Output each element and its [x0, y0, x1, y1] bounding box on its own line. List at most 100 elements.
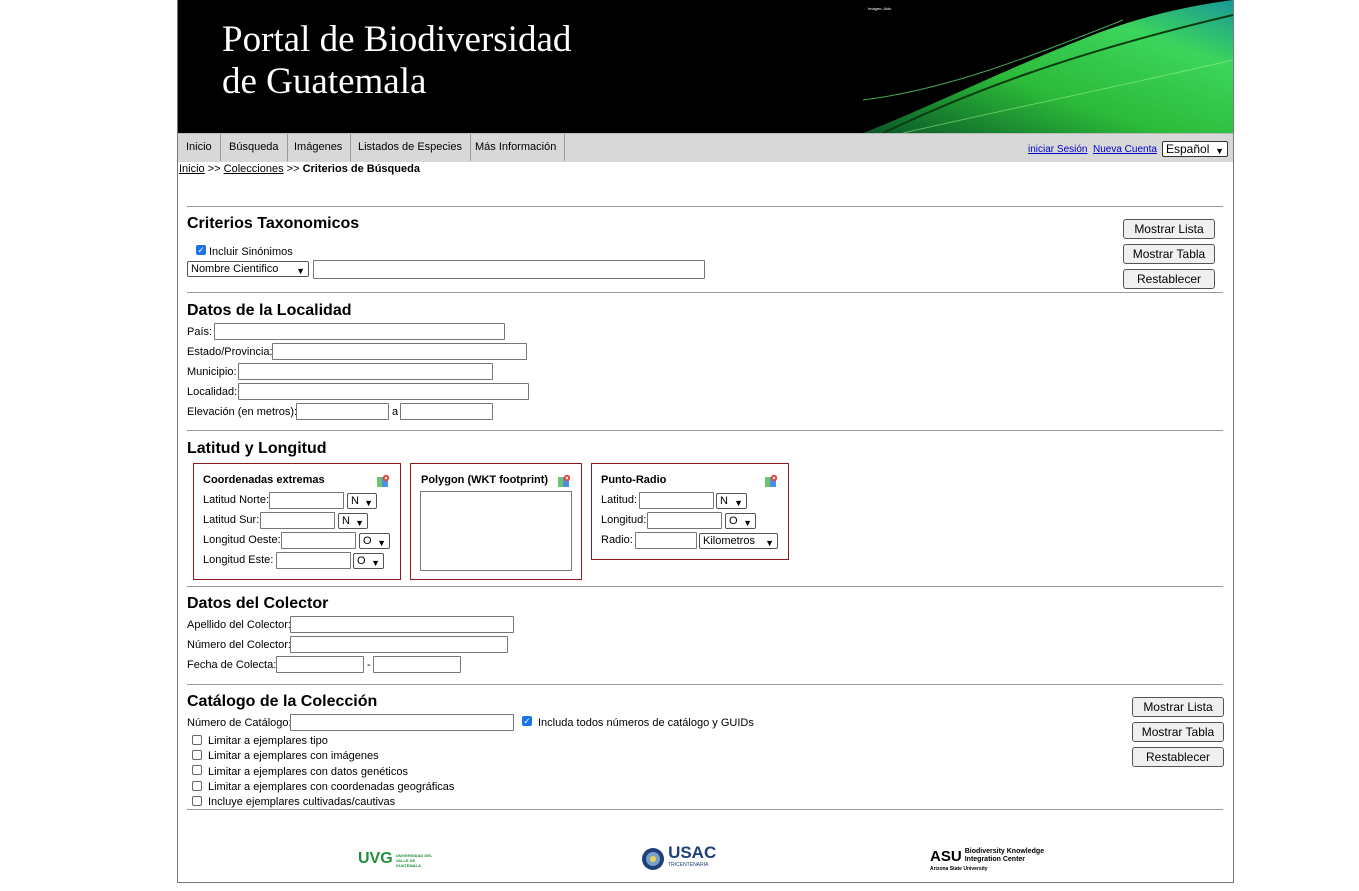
chevron-down-icon: ▼ [765, 538, 774, 548]
point-radius-panel: Punto-Radio Latitud: N ▼ Longitud: O ▼ Rad… [591, 463, 789, 560]
show-table-button[interactable]: Mostrar Tabla [1123, 244, 1215, 264]
country-label: País: [187, 326, 213, 338]
uvg-logo-subtext: UNIVERSIDAD DEL VALLE DE GUATEMALA [395, 852, 433, 868]
point-lat-input[interactable] [639, 492, 714, 509]
east-dir-select[interactable]: O ▼ [353, 553, 384, 569]
locality-label: Localidad: [187, 386, 238, 398]
west-dir-select[interactable]: O ▼ [359, 533, 390, 549]
south-input[interactable] [260, 512, 335, 529]
limit-images-checkbox[interactable] [192, 750, 202, 760]
county-label: Municipio: [187, 366, 237, 378]
breadcrumb-separator: >> [286, 163, 300, 175]
include-all-catalog-checkbox[interactable]: ✓ [522, 716, 532, 726]
nav-busqueda[interactable]: Búsqueda [221, 134, 288, 161]
reset-button[interactable]: Restablecer [1132, 747, 1224, 767]
radius-input[interactable] [635, 532, 697, 549]
state-label: Estado/Provincia: [187, 346, 273, 358]
language-select[interactable]: Español ▼ [1162, 141, 1228, 157]
limit-genetic-label: Limitar a ejemplares con datos genéticos [208, 766, 408, 778]
catalog-number-label: Número de Catálogo: [187, 717, 292, 729]
collection-date-label: Fecha de Colecta: [187, 659, 277, 671]
point-lat-dir-select[interactable]: N ▼ [716, 493, 747, 509]
west-input[interactable] [281, 532, 356, 549]
chevron-down-icon: ▼ [377, 538, 386, 548]
date-separator: - [367, 659, 371, 671]
limit-coords-checkbox[interactable] [192, 781, 202, 791]
chevron-down-icon: ▼ [743, 518, 752, 528]
limit-type-checkbox[interactable] [192, 735, 202, 745]
new-account-link[interactable]: Nueva Cuenta [1093, 144, 1157, 155]
include-all-catalog-label: Includa todos números de catálogo y GUID… [538, 717, 754, 729]
east-input[interactable] [276, 552, 351, 569]
chevron-down-icon: ▼ [364, 498, 373, 508]
uvg-logo[interactable]: UVG UNIVERSIDAD DEL VALLE DE GUATEMALA [358, 850, 434, 868]
main-nav: Inicio Búsqueda Imágenes Listados de Esp… [178, 133, 1233, 162]
nav-imagenes[interactable]: Imágenes [286, 134, 352, 161]
country-input[interactable] [214, 323, 505, 340]
north-label: Latitud Norte: [203, 494, 270, 506]
catalog-number-input[interactable] [290, 714, 514, 731]
chevron-down-icon: ▼ [1215, 146, 1224, 156]
limit-genetic-checkbox[interactable] [192, 765, 202, 775]
point-lng-dir-select[interactable]: O ▼ [725, 513, 756, 529]
usac-logo[interactable]: USAC TRICENTENARIA [641, 844, 716, 872]
elevation-max-input[interactable] [400, 403, 493, 420]
show-table-button[interactable]: Mostrar Tabla [1132, 722, 1224, 742]
county-input[interactable] [238, 363, 493, 380]
limit-type-label: Limitar a ejemplares tipo [208, 735, 328, 747]
point-lng-input[interactable] [647, 512, 722, 529]
point-lat-label: Latitud: [601, 494, 638, 506]
elevation-min-input[interactable] [296, 403, 389, 420]
asu-logo[interactable]: ASU Biodiversity Knowledge Integration C… [930, 848, 1044, 872]
north-dir-select[interactable]: N ▼ [347, 493, 377, 509]
east-label: Longitud Este: [203, 554, 274, 566]
map-pin-icon[interactable] [376, 474, 390, 488]
section-heading-locality: Datos de la Localidad [187, 302, 352, 319]
locality-input[interactable] [238, 383, 529, 400]
map-pin-icon[interactable] [764, 474, 778, 488]
bbox-title: Coordenadas extremas [203, 474, 325, 486]
collector-number-input[interactable] [290, 636, 508, 653]
section-heading-latlong: Latitud y Longitud [187, 440, 327, 457]
collection-date-end-input[interactable] [373, 656, 461, 673]
include-synonyms-label: Incluir Sinónimos [209, 246, 293, 258]
taxon-type-value: Nombre Cientifico [191, 263, 279, 275]
reset-button[interactable]: Restablecer [1123, 269, 1215, 289]
include-synonyms-checkbox[interactable]: ✓ [196, 245, 206, 255]
west-dir-value: O [363, 535, 372, 547]
limit-images-label: Limitar a ejemplares con imágenes [208, 750, 379, 762]
divider [187, 684, 1223, 685]
login-link[interactable]: iniciar Sesión [1028, 144, 1087, 155]
section-heading-catalog: Catálogo de la Colección [187, 693, 378, 710]
taxon-type-select[interactable]: Nombre Cientifico ▼ [187, 261, 309, 277]
quetzal-feather-image [863, 0, 1233, 133]
include-cultivated-checkbox[interactable] [192, 796, 202, 806]
show-list-button[interactable]: Mostrar Lista [1123, 219, 1215, 239]
asu-logo-subtext2: Integration Center [964, 856, 1026, 863]
asu-logo-subtext1: Biodiversity Knowledge [964, 848, 1045, 855]
state-input[interactable] [272, 343, 527, 360]
collection-date-start-input[interactable] [276, 656, 364, 673]
south-dir-value: N [342, 515, 350, 527]
map-pin-icon[interactable] [557, 474, 571, 488]
elevation-label: Elevación (en metros): [187, 406, 298, 418]
nav-inicio[interactable]: Inicio [178, 134, 221, 161]
breadcrumb-collections[interactable]: Colecciones [224, 163, 284, 175]
polygon-title: Polygon (WKT footprint) [421, 474, 549, 486]
north-input[interactable] [269, 492, 344, 509]
breadcrumb-home[interactable]: Inicio [179, 163, 205, 175]
north-dir-value: N [351, 495, 359, 507]
nav-mas-informacion[interactable]: Más Información [467, 134, 566, 161]
collector-lastname-input[interactable] [290, 616, 514, 633]
south-label: Latitud Sur: [203, 514, 260, 526]
taxon-input[interactable] [313, 260, 705, 279]
radius-units-select[interactable]: Kilometros ▼ [699, 533, 778, 549]
south-dir-select[interactable]: N ▼ [338, 513, 368, 529]
site-title-line2: de Guatemala [222, 61, 427, 102]
language-value: Español [1166, 142, 1210, 156]
show-list-button[interactable]: Mostrar Lista [1132, 697, 1224, 717]
chevron-down-icon: ▼ [734, 498, 743, 508]
polygon-textarea[interactable] [420, 491, 572, 571]
divider [187, 586, 1223, 587]
nav-listados[interactable]: Listados de Especies [350, 134, 471, 161]
